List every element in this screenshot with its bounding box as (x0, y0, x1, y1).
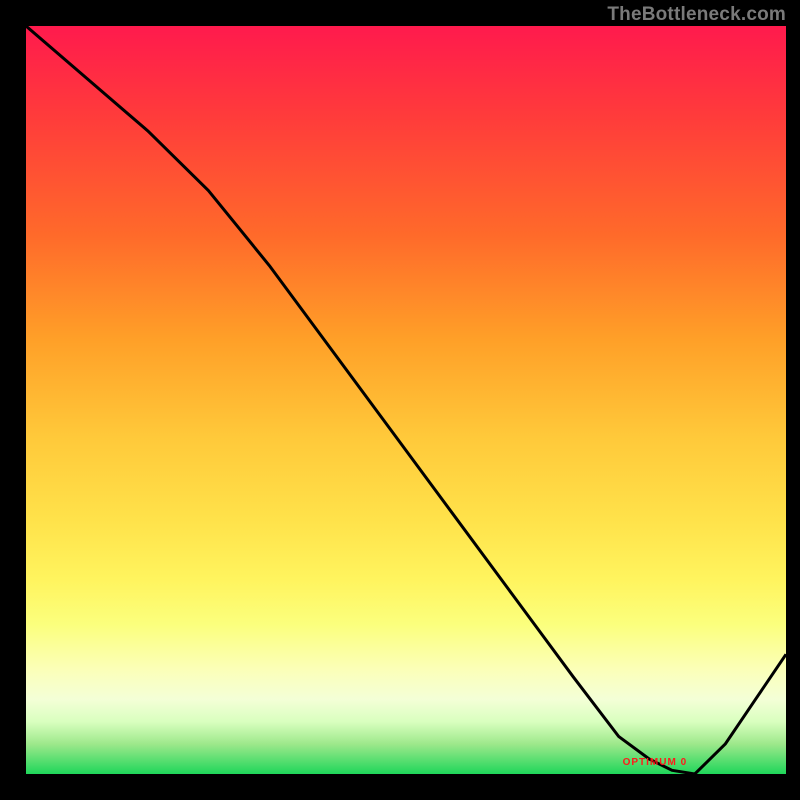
curve-layer (26, 26, 786, 774)
plot-area: OPTIMUM 0 (26, 26, 786, 774)
attribution-label: TheBottleneck.com (607, 4, 786, 26)
bottleneck-line (26, 26, 786, 774)
optimum-marker: OPTIMUM 0 (623, 757, 688, 768)
chart-container: { "attribution": "TheBottleneck.com", "c… (0, 0, 800, 800)
